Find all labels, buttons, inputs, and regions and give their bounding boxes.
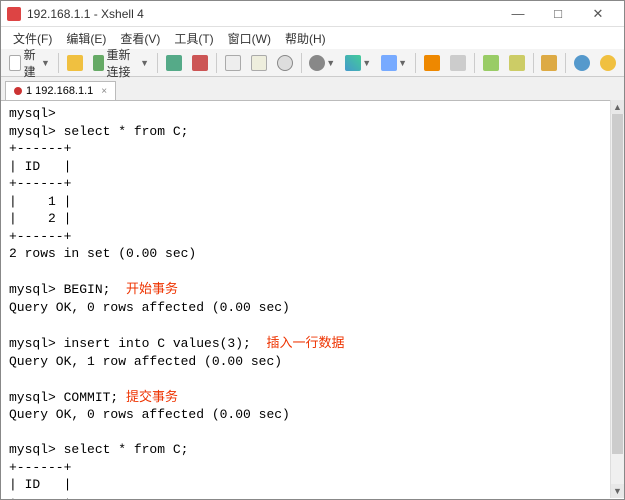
list-icon — [509, 55, 525, 71]
menu-help[interactable]: 帮助(H) — [279, 28, 332, 49]
script-icon — [450, 55, 466, 71]
term-line: +------+ — [9, 176, 71, 191]
open-button[interactable] — [63, 53, 87, 73]
term-line: mysql> select * from C; — [9, 124, 188, 139]
status-dot-icon — [14, 87, 22, 95]
close-button[interactable]: ✕ — [578, 3, 618, 25]
copy-button[interactable] — [221, 53, 245, 73]
dropdown-icon: ▼ — [41, 58, 50, 68]
tabbar: 1 192.168.1.1 × — [1, 77, 624, 101]
dropdown-icon: ▼ — [398, 58, 407, 68]
term-line: mysql> COMMIT; — [9, 390, 126, 405]
separator — [533, 53, 534, 73]
view1-button[interactable] — [479, 53, 503, 73]
term-line: mysql> BEGIN; — [9, 282, 126, 297]
paste-icon — [251, 55, 267, 71]
search-icon — [277, 55, 293, 71]
new-button[interactable]: 新建▼ — [5, 44, 54, 82]
separator — [301, 53, 302, 73]
annotation: 提交事务 — [126, 389, 178, 404]
xftp-button[interactable] — [420, 53, 444, 73]
lock-icon — [541, 55, 557, 71]
view2-button[interactable] — [505, 53, 529, 73]
titlebar: 192.168.1.1 - Xshell 4 — □ ✕ — [1, 1, 624, 27]
window-controls: — □ ✕ — [498, 3, 618, 25]
folder-icon — [67, 55, 83, 71]
term-line: | ID | — [9, 477, 71, 492]
reconnect-label: 重新连接 — [107, 46, 140, 80]
help-button[interactable] — [570, 53, 594, 73]
tab-label: 1 192.168.1.1 — [26, 85, 93, 97]
reconnect-icon — [93, 55, 104, 71]
term-line: mysql> insert into C values(3); — [9, 336, 266, 351]
connect-button[interactable] — [162, 53, 186, 73]
xftp-icon — [424, 55, 440, 71]
vertical-scrollbar[interactable]: ▲ ▼ — [610, 100, 624, 498]
font-icon — [381, 55, 397, 71]
help-icon — [574, 55, 590, 71]
grid-icon — [483, 55, 499, 71]
term-line: Query OK, 0 rows affected (0.00 sec) — [9, 300, 290, 315]
dropdown-icon: ▼ — [326, 58, 335, 68]
term-line: mysql> — [9, 106, 56, 121]
about-button[interactable] — [596, 53, 620, 73]
disconnect-button[interactable] — [188, 53, 212, 73]
new-label: 新建 — [24, 46, 40, 80]
term-line: | 2 | — [9, 211, 71, 226]
palette-icon — [345, 55, 361, 71]
maximize-button[interactable]: □ — [538, 3, 578, 25]
tab-session[interactable]: 1 192.168.1.1 × — [5, 81, 116, 100]
script-button[interactable] — [446, 53, 470, 73]
color-button[interactable]: ▼ — [341, 53, 375, 73]
bubble-icon — [600, 55, 616, 71]
scroll-up-icon[interactable]: ▲ — [611, 100, 624, 114]
dropdown-icon: ▼ — [362, 58, 371, 68]
toolbar: 新建▼ 重新连接▼ ▼ ▼ ▼ — [1, 49, 624, 77]
separator — [216, 53, 217, 73]
profile-button[interactable]: ▼ — [305, 53, 339, 73]
separator — [415, 53, 416, 73]
term-line: | ID | — [9, 159, 71, 174]
term-line: +------+ — [9, 460, 71, 475]
menu-window[interactable]: 窗口(W) — [222, 28, 277, 49]
tab-close-icon[interactable]: × — [101, 86, 107, 97]
term-line: Query OK, 1 row affected (0.00 sec) — [9, 354, 282, 369]
disconnect-icon — [192, 55, 208, 71]
separator — [157, 53, 158, 73]
window-title: 192.168.1.1 - Xshell 4 — [27, 7, 498, 21]
separator — [565, 53, 566, 73]
annotation: 开始事务 — [126, 281, 178, 296]
term-line: mysql> select * from C; — [9, 442, 188, 457]
minimize-button[interactable]: — — [498, 3, 538, 25]
lock-button[interactable] — [537, 53, 561, 73]
term-line: 2 rows in set (0.00 sec) — [9, 246, 196, 261]
paste-button[interactable] — [247, 53, 271, 73]
reconnect-button[interactable]: 重新连接▼ — [89, 44, 153, 82]
term-line: +------+ — [9, 495, 71, 499]
separator — [474, 53, 475, 73]
separator — [58, 53, 59, 73]
terminal-output[interactable]: mysql> mysql> select * from C; +------+ … — [1, 101, 624, 499]
font-button[interactable]: ▼ — [377, 53, 411, 73]
app-icon — [7, 7, 21, 21]
scroll-down-icon[interactable]: ▼ — [611, 484, 624, 498]
term-line: +------+ — [9, 229, 71, 244]
copy-icon — [225, 55, 241, 71]
gear-icon — [309, 55, 325, 71]
new-icon — [9, 55, 21, 71]
connect-icon — [166, 55, 182, 71]
term-line: Query OK, 0 rows affected (0.00 sec) — [9, 407, 290, 422]
annotation: 插入一行数据 — [266, 335, 344, 350]
dropdown-icon: ▼ — [140, 58, 149, 68]
term-line: +------+ — [9, 141, 71, 156]
term-line: | 1 | — [9, 194, 71, 209]
scroll-thumb[interactable] — [612, 114, 623, 454]
find-button[interactable] — [273, 53, 297, 73]
menu-tools[interactable]: 工具(T) — [168, 28, 219, 49]
